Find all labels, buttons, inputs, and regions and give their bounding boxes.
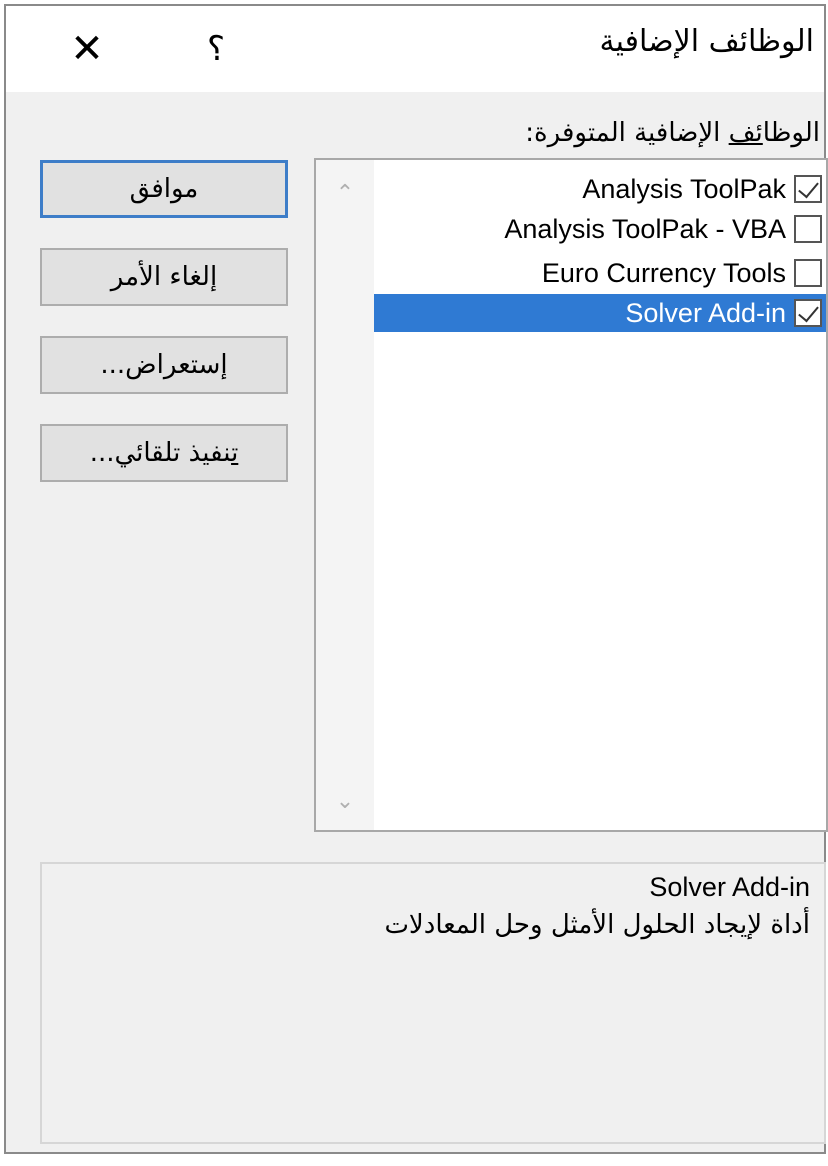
help-icon[interactable]: ؟ <box>196 24 236 74</box>
automation-accelerator: ت <box>231 438 239 468</box>
automation-button[interactable]: تنفيذ تلقائي... <box>40 424 288 482</box>
description-box: Solver Add-in أداة لإيجاد الحلول الأمثل … <box>40 862 826 1144</box>
vertical-scrollbar[interactable]: ⌃ ⌄ <box>316 160 374 830</box>
list-item-analysis-toolpak[interactable]: Analysis ToolPak <box>574 170 826 208</box>
label-prefix: الوظا <box>762 118 820 148</box>
checkbox-solver-addin[interactable] <box>794 299 822 327</box>
label-suffix: الإضافية المتوفرة: <box>525 118 729 148</box>
dialog-title: الوظائف الإضافية <box>599 24 814 59</box>
close-icon[interactable]: ✕ <box>62 24 112 74</box>
list-item-solver-addin[interactable]: Solver Add-in <box>374 294 826 332</box>
browse-accelerator: إ <box>220 350 228 380</box>
list-item-label: Analysis ToolPak - VBA <box>504 213 786 244</box>
addins-dialog: الوظائف الإضافية ؟ ✕ الوظائف الإضافية ال… <box>4 4 828 1154</box>
description-text: أداة لإيجاد الحلول الأمثل وحل المعادلات <box>384 910 810 940</box>
checkbox-euro-currency-tools[interactable] <box>794 259 822 287</box>
list-item-label: Euro Currency Tools <box>541 257 786 288</box>
addins-list-label: الوظائف الإضافية المتوفرة: <box>525 118 820 148</box>
title-bar: الوظائف الإضافية ؟ ✕ <box>6 6 824 92</box>
list-item-label: Solver Add-in <box>617 294 794 332</box>
automation-label: نفيذ تلقائي... <box>89 438 232 468</box>
list-item-euro-currency-tools[interactable]: Euro Currency Tools <box>534 254 826 292</box>
checkbox-analysis-toolpak[interactable] <box>794 175 822 203</box>
label-accelerator: ئف <box>728 118 763 148</box>
description-title: Solver Add-in <box>649 872 810 902</box>
addins-listbox[interactable]: ⌃ ⌄ Analysis ToolPak Analysis ToolPak - … <box>314 158 828 832</box>
browse-label: ستعراض... <box>100 350 221 380</box>
scroll-down-icon[interactable]: ⌄ <box>316 782 374 822</box>
list-item-label: Analysis ToolPak <box>582 173 786 204</box>
cancel-button[interactable]: إلغاء الأمر <box>40 248 288 306</box>
scroll-up-icon[interactable]: ⌃ <box>316 174 374 214</box>
browse-button[interactable]: إستعراض... <box>40 336 288 394</box>
ok-button[interactable]: موافق <box>40 160 288 218</box>
list-item-analysis-toolpak-vba[interactable]: Analysis ToolPak - VBA <box>496 210 826 248</box>
checkbox-analysis-toolpak-vba[interactable] <box>794 215 822 243</box>
